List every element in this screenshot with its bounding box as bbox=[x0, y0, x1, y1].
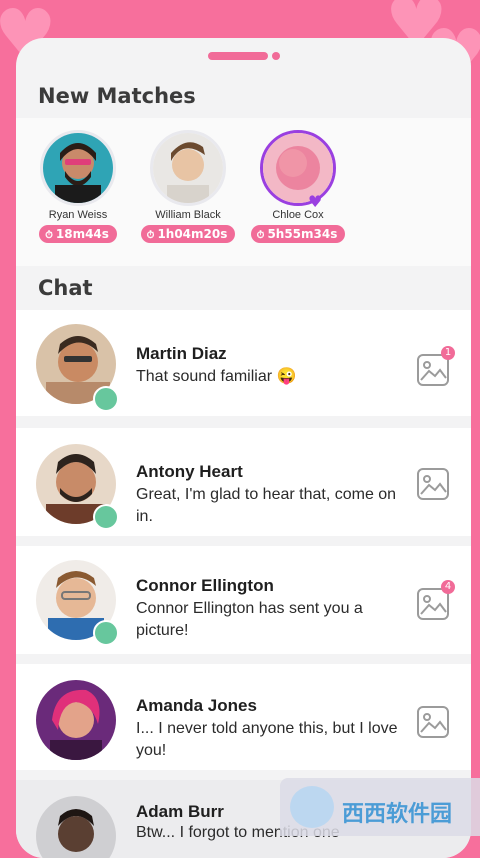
timer-value: 5h55m34s bbox=[267, 227, 338, 241]
chat-message-preview: I... I never told anyone this, but I lov… bbox=[136, 720, 398, 759]
heart-icon: ♥ bbox=[308, 192, 323, 211]
online-status-indicator bbox=[93, 620, 119, 646]
drag-handle-dot bbox=[272, 52, 280, 60]
match-name: Chloe Cox bbox=[272, 209, 324, 221]
avatar[interactable] bbox=[36, 796, 116, 858]
chat-title: Chat bbox=[38, 276, 93, 300]
image-icon[interactable] bbox=[417, 706, 449, 738]
match-card[interactable]: ♥ Chloe Cox ⏱ 5h55m34s bbox=[250, 130, 346, 243]
match-timer: ⏱ 18m44s bbox=[39, 225, 117, 243]
timer-icon: ⏱ bbox=[146, 230, 155, 241]
chat-row[interactable]: Connor Ellington Connor Ellington has se… bbox=[16, 546, 471, 654]
match-timer: ⏱ 5h55m34s bbox=[250, 225, 346, 243]
image-icon[interactable] bbox=[417, 468, 449, 500]
avatar[interactable] bbox=[36, 680, 116, 760]
chat-message-preview: Great, I'm glad to hear that, come on in… bbox=[136, 486, 397, 525]
timer-value: 1h04m20s bbox=[157, 227, 228, 241]
chat-name: Martin Diaz bbox=[136, 344, 227, 363]
chat-name: Amanda Jones bbox=[136, 696, 257, 715]
chat-name: Antony Heart bbox=[136, 462, 243, 481]
chat-row[interactable]: Martin Diaz That sound familiar 😜 1 bbox=[16, 310, 471, 416]
image-count-badge: 1 bbox=[441, 346, 455, 360]
new-matches-list: Ryan Weiss ⏱ 18m44s William Black ⏱ 1h04m2… bbox=[16, 118, 471, 266]
chat-row[interactable]: Amanda Jones I... I never told anyone th… bbox=[16, 664, 471, 770]
match-name: William Black bbox=[155, 209, 221, 221]
match-name: Ryan Weiss bbox=[48, 209, 108, 221]
timer-icon: ⏱ bbox=[256, 230, 265, 241]
watermark-logo-icon bbox=[290, 786, 334, 828]
match-card[interactable]: William Black ⏱ 1h04m20s bbox=[140, 130, 236, 243]
timer-value: 18m44s bbox=[55, 227, 109, 241]
new-matches-title: New Matches bbox=[38, 84, 196, 108]
avatar[interactable] bbox=[260, 130, 336, 206]
match-timer: ⏱ 1h04m20s bbox=[140, 225, 236, 243]
online-status-indicator bbox=[93, 504, 119, 530]
watermark: 西西软件园 bbox=[280, 778, 480, 836]
match-card[interactable]: Ryan Weiss ⏱ 18m44s bbox=[30, 130, 126, 243]
app-panel: New Matches Ryan Weiss ⏱ 18m44s William … bbox=[16, 38, 471, 858]
chat-message-preview: Connor Ellington has sent you a picture! bbox=[136, 600, 363, 639]
image-count-badge: 4 bbox=[441, 580, 455, 594]
drag-handle[interactable] bbox=[208, 52, 268, 60]
watermark-text: 西西软件园 bbox=[342, 801, 453, 827]
avatar[interactable] bbox=[150, 130, 226, 206]
timer-icon: ⏱ bbox=[45, 230, 53, 241]
chat-row[interactable]: Antony Heart Great, I'm glad to hear tha… bbox=[16, 428, 471, 536]
chat-name: Adam Burr bbox=[136, 802, 224, 821]
chat-name: Connor Ellington bbox=[136, 576, 274, 595]
online-status-indicator bbox=[93, 386, 119, 412]
image-icon[interactable]: 4 bbox=[417, 580, 455, 620]
image-icon[interactable]: 1 bbox=[417, 346, 455, 386]
chat-message-preview: That sound familiar 😜 bbox=[136, 368, 297, 385]
avatar[interactable] bbox=[40, 130, 116, 206]
